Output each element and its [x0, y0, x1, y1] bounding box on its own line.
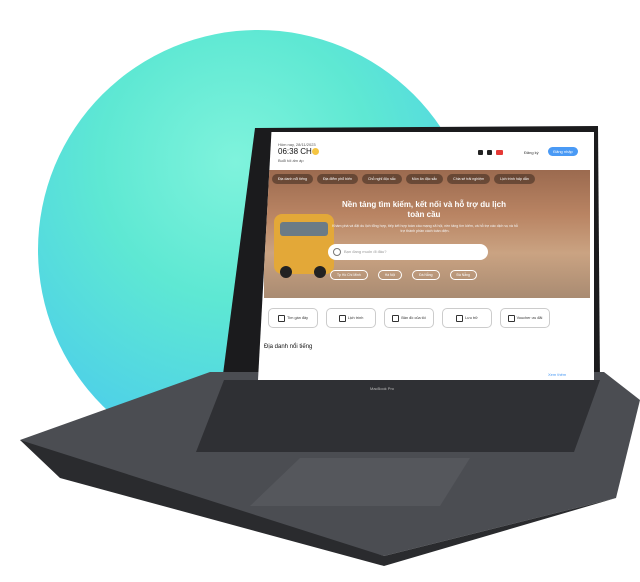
apple-icon[interactable] — [478, 150, 483, 155]
quick-actions: Tìm gần đây Lịch trình Bản đồ của tôi Lư… — [268, 308, 550, 328]
tab-share-experience[interactable]: Chia sẻ trải nghiệm — [447, 174, 491, 184]
android-icon[interactable] — [487, 150, 492, 155]
hero-banner: Địa danh nổi tiếng Địa điểm phổ biến Chỗ… — [264, 170, 590, 298]
section-title: Địa danh nổi tiếng — [264, 344, 313, 350]
time-text: 06:38 CH — [278, 147, 312, 156]
signup-link[interactable]: Đăng ký — [524, 150, 539, 155]
voucher-button[interactable]: Voucher ưu đãi — [500, 308, 550, 328]
ticket-icon — [507, 314, 515, 322]
my-map-button[interactable]: Bản đồ của tôi — [384, 308, 434, 328]
van-image — [274, 214, 334, 278]
itinerary-button[interactable]: Lịch trình — [326, 308, 376, 328]
map-icon — [392, 314, 400, 322]
hero-title: Nền tảng tìm kiếm, kết nối và hỗ trợ du … — [342, 200, 506, 219]
chip-danang[interactable]: Đà Nẵng — [412, 270, 440, 280]
tab-itineraries[interactable]: Lịch trình hấp dẫn — [494, 174, 535, 184]
hero-subtitle: Khám phá và đặt du lịch tổng hợp, tiếp k… — [332, 224, 518, 233]
tab-special-food[interactable]: Món ăn đặc sắc — [405, 174, 444, 184]
bookmark-icon — [456, 314, 464, 322]
login-button[interactable]: Đăng nhập — [548, 147, 578, 156]
tab-popular-places[interactable]: Địa điểm phổ biến — [316, 174, 358, 184]
laptop-screen: Hôm nay, 28/11/2023 06:38 CH Buổi tối ấm… — [258, 132, 594, 380]
flag-icon[interactable] — [496, 150, 503, 155]
app-store-links — [478, 150, 503, 155]
chip-hcm[interactable]: Tp Hồ Chí Minh — [330, 270, 368, 280]
chip-hanoi[interactable]: Hà Nội — [377, 270, 403, 280]
sun-icon — [312, 148, 319, 155]
tab-unique-stays[interactable]: Chỗ nghỉ độc sắc — [361, 174, 402, 184]
category-tabs: Địa danh nổi tiếng Địa điểm phổ biến Chỗ… — [272, 174, 535, 184]
see-more-link[interactable]: Xem thêm — [548, 372, 566, 377]
tab-famous-places[interactable]: Địa danh nổi tiếng — [272, 174, 313, 184]
saved-button[interactable]: Lưu trữ — [442, 308, 492, 328]
destination-chips: Tp Hồ Chí Minh Hà Nội Đà Nẵng Đà Nẵng — [330, 270, 477, 280]
search-input[interactable]: Bạn đang muốn đi đâu? — [328, 244, 488, 260]
nearby-button[interactable]: Tìm gần đây — [268, 308, 318, 328]
topbar: Hôm nay, 28/11/2023 06:38 CH Buổi tối ấm… — [278, 142, 578, 166]
greeting-text: Buổi tối ấm áp — [278, 158, 304, 163]
search-placeholder: Bạn đang muốn đi đâu? — [344, 249, 387, 254]
keyboard — [196, 380, 600, 452]
chip-danang-2[interactable]: Đà Nẵng — [449, 270, 477, 280]
calendar-icon — [338, 314, 346, 322]
navigation-icon — [277, 314, 285, 322]
device-brand-label: MacBook Pro — [370, 386, 395, 391]
search-icon — [333, 248, 341, 256]
